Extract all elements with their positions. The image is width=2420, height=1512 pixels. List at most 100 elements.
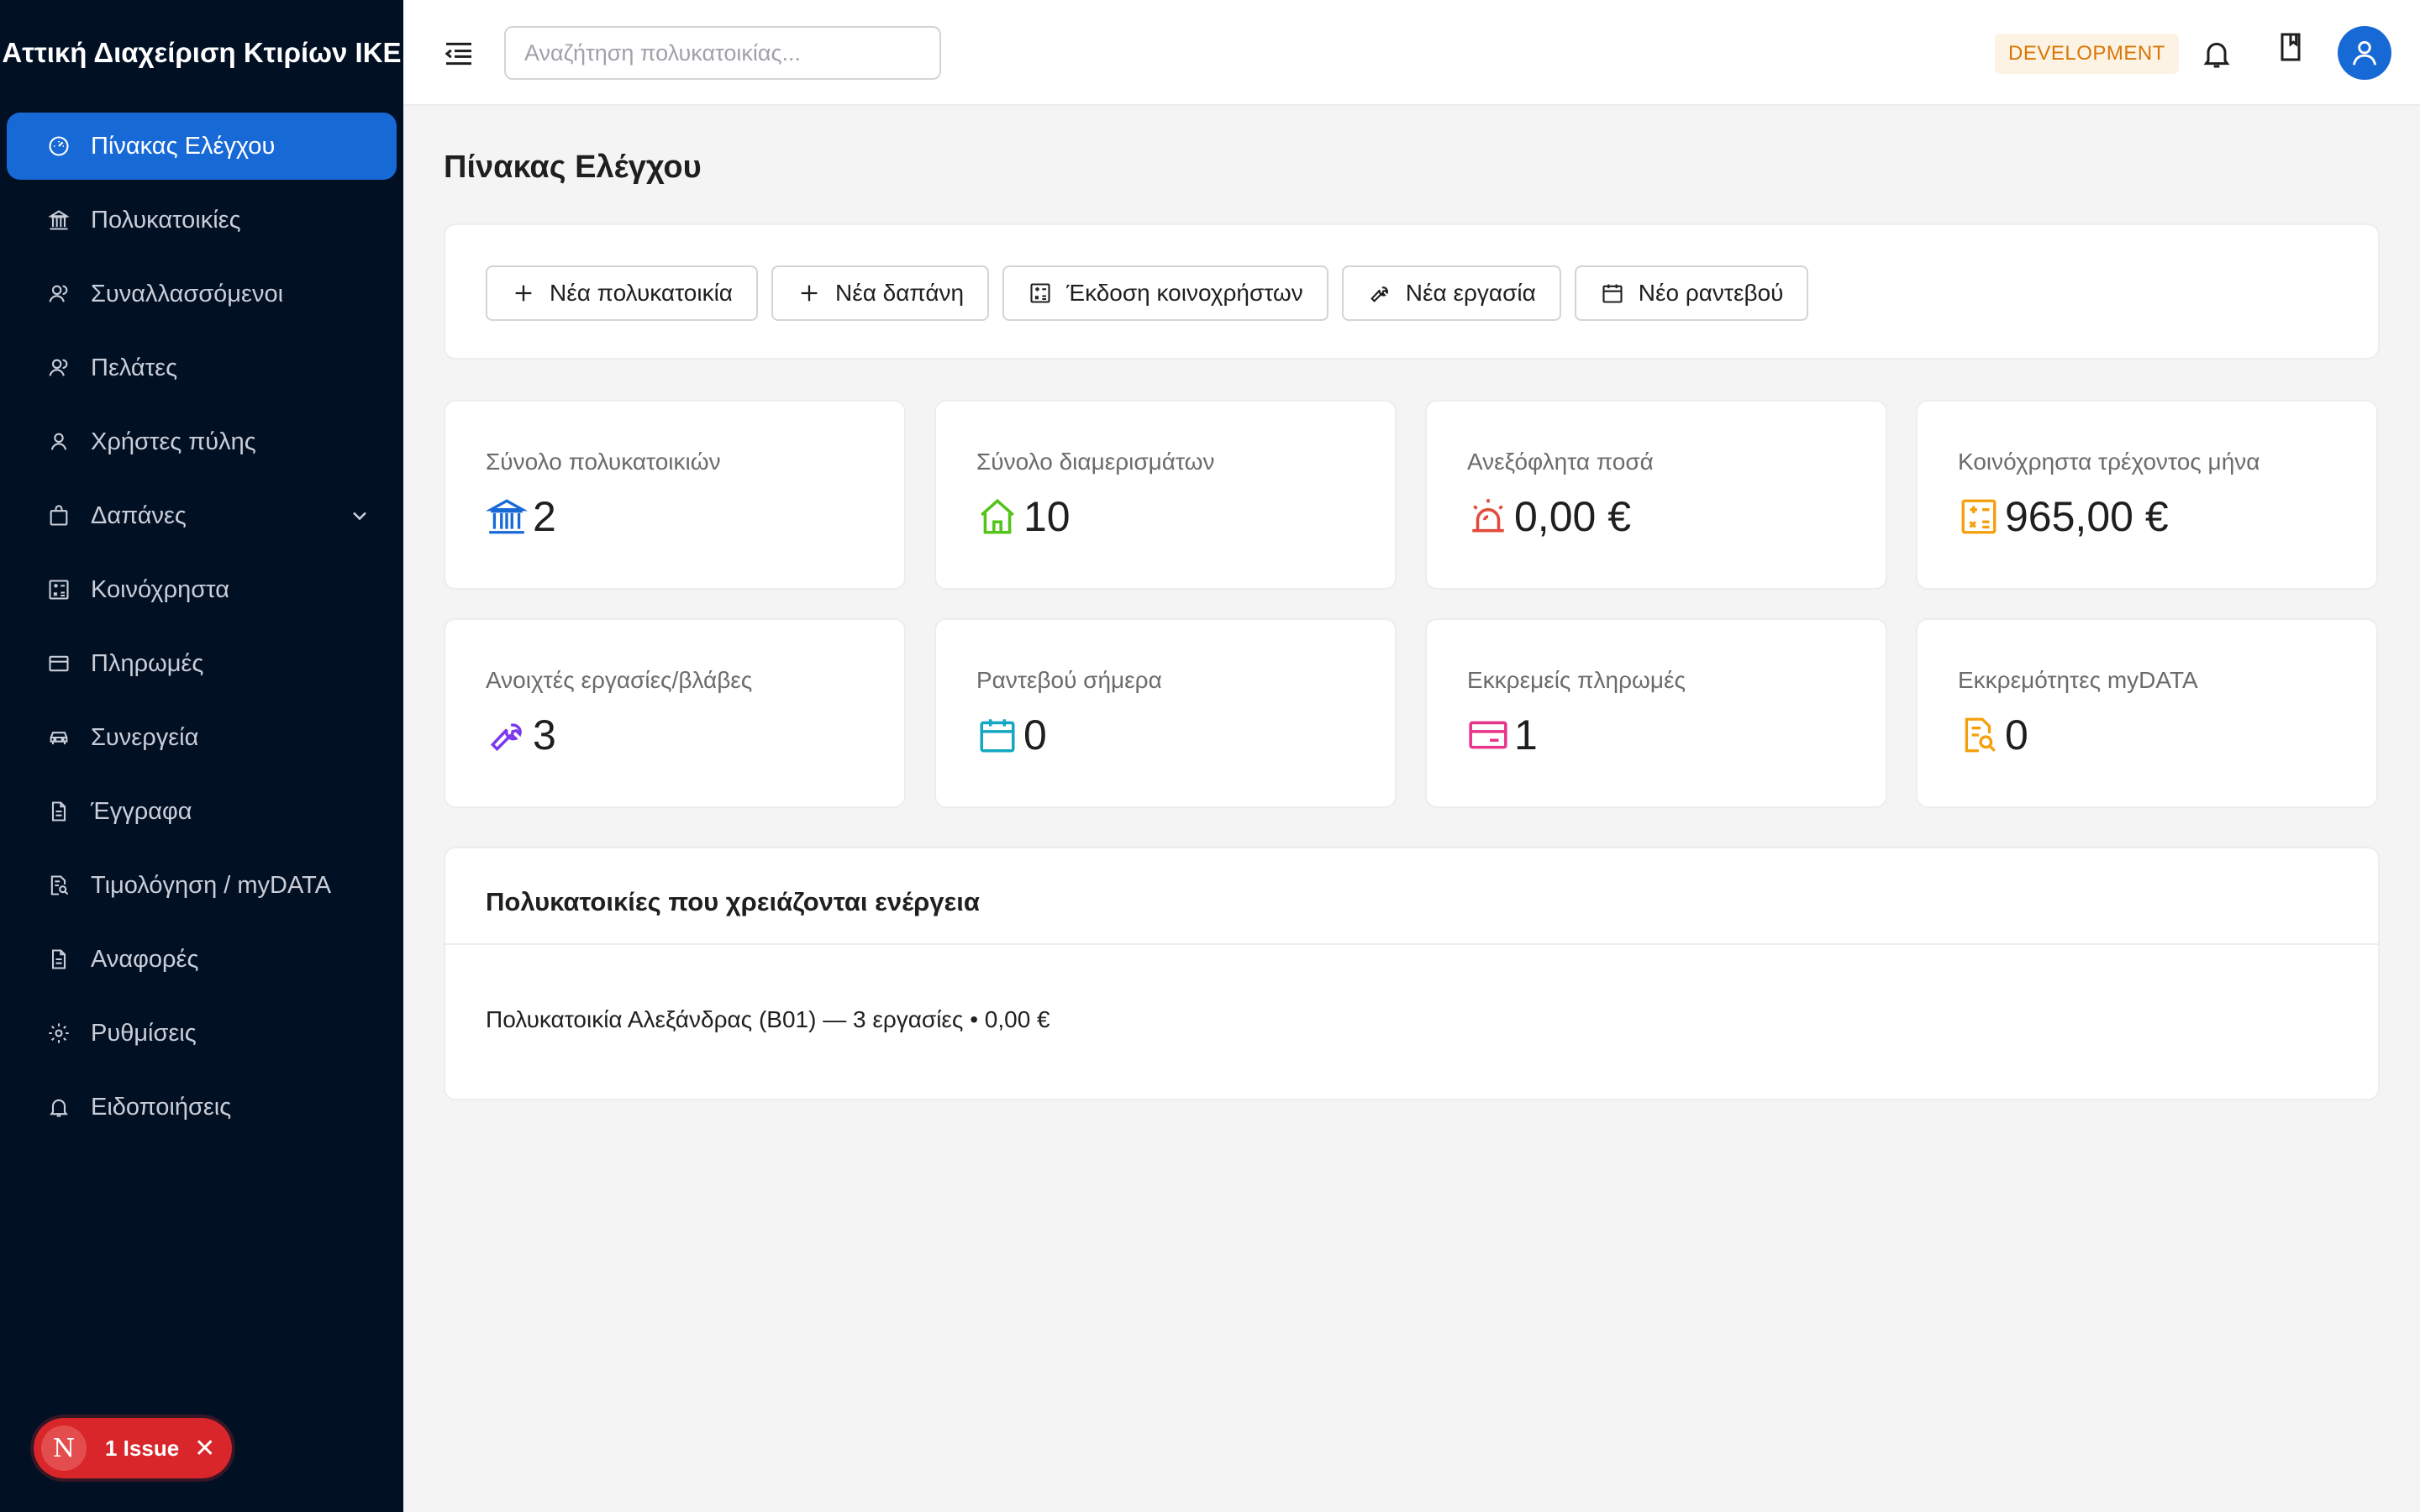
calculator-icon [1958, 496, 2000, 538]
stat-card-appointments: Ραντεβού σήμερα 0 [934, 618, 1397, 808]
sidebar-item-label: Ειδοποιήσεις [91, 1093, 232, 1121]
sidebar-item-contacts[interactable]: Συναλλασσόμενοι [7, 260, 397, 328]
sidebar-item-buildings[interactable]: Πολυκατοικίες [7, 186, 397, 254]
sidebar-item-portal-users[interactable]: Χρήστες πύλης [7, 408, 397, 475]
sidebar-item-label: Συνεργεία [91, 723, 199, 751]
shopping-bag-icon [45, 502, 72, 529]
stat-card-monthly-charges: Κοινόχρηστα τρέχοντος μήνα 965,00 € [1916, 400, 2378, 590]
needs-action-card: Πολυκατοικίες που χρειάζονται ενέργεια Π… [444, 847, 2380, 1100]
gear-icon [45, 1020, 72, 1047]
stat-card-unpaid: Ανεξόφλητα ποσά 0,00 € [1425, 400, 1887, 590]
bank-icon [486, 496, 528, 538]
sidebar-item-label: Συναλλασσόμενοι [91, 280, 284, 307]
stat-label: Ανοιχτές εργασίες/βλάβες [486, 667, 753, 693]
stat-value: 0 [2005, 711, 2028, 759]
sidebar-item-reports[interactable]: Αναφορές [7, 926, 397, 993]
list-item[interactable]: Πολυκατοικία Αλεξάνδρας (B01) — 3 εργασί… [486, 1006, 1050, 1033]
sidebar-item-expenses[interactable]: Δαπάνες [7, 482, 397, 549]
users-icon [45, 281, 72, 307]
divider [445, 943, 2378, 945]
calendar-icon [976, 714, 1018, 756]
quick-actions-card: Νέα πολυκατοικία Νέα δαπάνη Έκδοση κοινο… [444, 223, 2380, 360]
bookmark-icon[interactable] [2274, 30, 2307, 64]
stat-label: Σύνολο διαμερισμάτων [976, 449, 1215, 475]
search-input[interactable] [504, 26, 941, 80]
close-icon[interactable]: ✕ [194, 1434, 215, 1463]
sidebar-item-label: Αναφορές [91, 945, 199, 973]
chevron-down-icon[interactable] [348, 504, 371, 528]
sidebar-item-common-charges[interactable]: Κοινόχρηστα [7, 556, 397, 623]
nextjs-logo-icon: N [41, 1425, 87, 1471]
sidebar-item-label: Ρυθμίσεις [91, 1019, 197, 1047]
stat-card-open-tasks: Ανοιχτές εργασίες/βλάβες 3 [444, 618, 906, 808]
new-appointment-button[interactable]: Νέο ραντεβού [1574, 265, 1809, 321]
sidebar: Αττική Διαχείριση Κτιρίων ΙΚΕ Πίνακας Ελ… [0, 0, 403, 1512]
users-icon [45, 354, 72, 381]
user-icon [45, 428, 72, 455]
plus-icon [797, 281, 822, 306]
stat-card-mydata: Εκκρεμότητες myDATA 0 [1916, 618, 2378, 808]
issues-badge[interactable]: N 1 Issue ✕ [34, 1418, 232, 1478]
stat-card-pending-payments: Εκκρεμείς πληρωμές 1 [1425, 618, 1887, 808]
env-badge: DEVELOPMENT [1995, 34, 2179, 74]
issues-label: 1 Issue [105, 1435, 180, 1461]
avatar[interactable] [2338, 26, 2391, 80]
button-label: Νέα πολυκατοικία [550, 280, 733, 306]
new-expense-button[interactable]: Νέα δαπάνη [771, 265, 990, 321]
sidebar-item-payments[interactable]: Πληρωμές [7, 630, 397, 697]
stat-value: 1 [1514, 711, 1538, 759]
button-label: Έκδοση κοινοχρήστων [1066, 280, 1303, 306]
stat-label: Ραντεβού σήμερα [976, 667, 1162, 693]
new-task-button[interactable]: Νέα εργασία [1341, 265, 1561, 321]
brand-title[interactable]: Αττική Διαχείριση Κτιρίων ΙΚΕ [0, 0, 403, 106]
wrench-icon [1367, 281, 1392, 306]
page-title: Πίνακας Ελέγχου [444, 150, 702, 185]
stat-label: Ανεξόφλητα ποσά [1467, 449, 1654, 475]
wrench-icon [486, 714, 528, 756]
sidebar-item-documents[interactable]: Έγγραφα [7, 778, 397, 845]
stat-value: 3 [533, 711, 556, 759]
sidebar-item-notifications[interactable]: Ειδοποιήσεις [7, 1074, 397, 1141]
stat-label: Κοινόχρηστα τρέχοντος μήνα [1958, 449, 2260, 475]
sidebar-item-workshops[interactable]: Συνεργεία [7, 704, 397, 771]
sidebar-item-label: Έγγραφα [91, 797, 192, 825]
issue-common-charges-button[interactable]: Έκδοση κοινοχρήστων [1002, 265, 1328, 321]
stat-value: 2 [533, 493, 556, 540]
home-icon [976, 496, 1018, 538]
stat-label: Εκκρεμείς πληρωμές [1467, 667, 1686, 693]
sidebar-item-clients[interactable]: Πελάτες [7, 334, 397, 402]
user-icon [2352, 40, 2377, 66]
sidebar-item-invoicing[interactable]: Τιμολόγηση / myDATA [7, 852, 397, 919]
file-search-icon [45, 872, 72, 899]
stat-label: Σύνολο πολυκατοικιών [486, 449, 721, 475]
car-icon [45, 724, 72, 751]
top-header: DEVELOPMENT [403, 0, 2420, 106]
bell-icon[interactable] [2200, 37, 2233, 71]
button-label: Νέα εργασία [1405, 280, 1536, 306]
calendar-icon [1600, 281, 1625, 306]
sidebar-item-label: Πληρωμές [91, 649, 204, 677]
credit-card-icon [1467, 714, 1509, 756]
building-icon [45, 207, 72, 234]
plus-icon [511, 281, 536, 306]
sidebar-item-settings[interactable]: Ρυθμίσεις [7, 1000, 397, 1067]
sidebar-item-label: Χρήστες πύλης [91, 428, 256, 455]
button-label: Νέο ραντεβού [1638, 280, 1784, 306]
sidebar-item-dashboard[interactable]: Πίνακας Ελέγχου [7, 113, 397, 180]
sidebar-item-label: Πελάτες [91, 354, 178, 381]
stat-value: 0 [1023, 711, 1047, 759]
stat-card-apartments: Σύνολο διαμερισμάτων 10 [934, 400, 1397, 590]
stat-value: 10 [1023, 493, 1071, 540]
button-label: Νέα δαπάνη [834, 280, 965, 306]
stat-label: Εκκρεμότητες myDATA [1958, 667, 2198, 693]
sidebar-item-label: Τιμολόγηση / myDATA [91, 871, 332, 899]
dashboard-icon [45, 133, 72, 160]
new-building-button[interactable]: Νέα πολυκατοικία [486, 265, 758, 321]
alarm-icon [1467, 496, 1509, 538]
sidebar-item-label: Πίνακας Ελέγχου [91, 132, 276, 160]
sidebar-item-label: Δαπάνες [91, 501, 187, 529]
report-icon [45, 946, 72, 973]
stat-card-buildings: Σύνολο πολυκατοικιών 2 [444, 400, 906, 590]
menu-fold-icon[interactable] [442, 37, 476, 71]
stat-value: 965,00 € [2005, 493, 2169, 540]
